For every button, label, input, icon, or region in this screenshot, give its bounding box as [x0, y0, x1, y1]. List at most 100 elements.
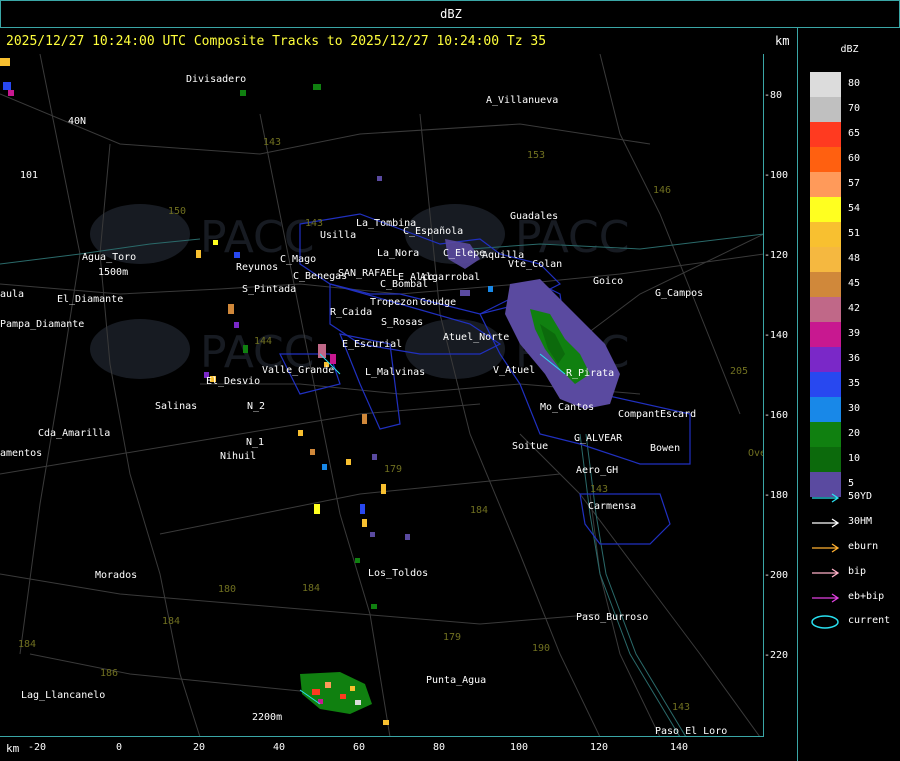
legend-level: 54 — [810, 197, 900, 222]
svg-text:Salinas: Salinas — [155, 401, 197, 412]
legend-swatch — [810, 372, 841, 397]
y-tick: -120 — [764, 250, 789, 261]
legend-track-label: 30HM — [848, 516, 873, 527]
svg-text:La_Nora: La_Nora — [377, 248, 419, 259]
map-canvas[interactable]: PACC PACC PACC PACC — [0, 54, 764, 737]
svg-text:150: 150 — [168, 206, 186, 217]
svg-text:Morados: Morados — [95, 570, 137, 581]
legend-value: 45 — [848, 278, 861, 289]
svg-text:El_Diamante: El_Diamante — [57, 294, 123, 305]
place-labels: Divisadero A_Villanueva 40N 101 Agua_Tor… — [0, 74, 727, 736]
legend-swatch — [810, 122, 841, 147]
svg-text:179: 179 — [443, 632, 461, 643]
legend-swatch — [810, 222, 841, 247]
district-boundaries — [279, 213, 691, 545]
svg-text:184: 184 — [162, 616, 180, 627]
svg-text:179: 179 — [384, 464, 402, 475]
legend-level: 70 — [810, 97, 900, 122]
svg-text:40N: 40N — [68, 116, 86, 127]
legend-value: 48 — [848, 253, 861, 264]
svg-text:SAN_RAFAEL: SAN_RAFAEL — [338, 268, 398, 279]
svg-text:Paso_Burroso: Paso_Burroso — [576, 612, 648, 623]
legend-level: 60 — [810, 147, 900, 172]
legend-track: bip — [810, 563, 900, 583]
x-tick: 80 — [433, 742, 446, 753]
legend-swatch — [810, 172, 841, 197]
km-unit-label-top: km — [775, 34, 790, 48]
legend-level: 42 — [810, 297, 900, 322]
x-tick: 120 — [590, 742, 609, 753]
legend-value: 35 — [848, 378, 861, 389]
svg-text:N_2: N_2 — [247, 401, 265, 412]
svg-text:Bowen: Bowen — [650, 443, 680, 454]
x-tick: 140 — [670, 742, 689, 753]
svg-text:144: 144 — [254, 336, 272, 347]
svg-text:143: 143 — [590, 484, 608, 495]
svg-text:Reyunos: Reyunos — [236, 262, 278, 273]
svg-text:N_1: N_1 — [246, 437, 264, 448]
legend-value: 51 — [848, 228, 861, 239]
svg-text:Carmensa: Carmensa — [588, 501, 636, 512]
svg-text:G_ALVEAR: G_ALVEAR — [574, 433, 623, 444]
svg-text:Escard: Escard — [660, 409, 696, 420]
svg-text:Punta_Agua: Punta_Agua — [426, 675, 486, 686]
svg-text:Lag_Llancanelo: Lag_Llancanelo — [21, 690, 105, 701]
legend-track: 50YD — [810, 488, 900, 508]
x-tick: 60 — [353, 742, 366, 753]
track-header: 2025/12/27 10:24:00 UTC Composite Tracks… — [6, 34, 547, 49]
legend-value: 39 — [848, 328, 861, 339]
svg-text:Los_Toldos: Los_Toldos — [368, 568, 428, 579]
legend-swatch — [810, 397, 841, 422]
y-axis: -80 -100 -120 -140 -160 -180 -200 -220 — [764, 54, 797, 737]
svg-text:R_Caida: R_Caida — [330, 307, 372, 318]
svg-text:aula: aula — [0, 289, 24, 300]
legend-swatch — [810, 347, 841, 372]
current-ellipse-icon — [811, 615, 839, 629]
svg-text:190: 190 — [532, 643, 550, 654]
legend-panel: dBZ 80 70 65 60 57 54 51 48 45 42 39 36 35 30 20 10 5 50… — [797, 28, 900, 761]
legend-value: 36 — [848, 353, 861, 364]
road-network — [0, 54, 763, 736]
legend-value: 54 — [848, 203, 861, 214]
svg-text:Cda_Amarilla: Cda_Amarilla — [38, 428, 110, 439]
track-arrow-icon — [812, 543, 840, 553]
svg-text:184: 184 — [302, 583, 320, 594]
radar-map[interactable]: PACC PACC PACC PACC — [0, 54, 764, 737]
svg-text:C_Bombal: C_Bombal — [380, 279, 428, 290]
legend-value: 80 — [848, 78, 861, 89]
storm-tracks — [299, 353, 566, 705]
legend-value: 30 — [848, 403, 861, 414]
svg-text:A_Villanueva: A_Villanueva — [486, 95, 558, 106]
y-tick: -180 — [764, 490, 789, 501]
y-tick: -100 — [764, 170, 789, 181]
svg-text:Atuel_Norte: Atuel_Norte — [443, 332, 509, 343]
legend-value: 42 — [848, 303, 861, 314]
legend-swatch — [810, 247, 841, 272]
svg-text:Algarrobal: Algarrobal — [420, 272, 480, 283]
legend-level: 80 — [810, 72, 900, 97]
legend-level: 39 — [810, 322, 900, 347]
x-tick: 20 — [193, 742, 206, 753]
svg-text:G_Campos: G_Campos — [655, 288, 703, 299]
svg-text:S_Rosas: S_Rosas — [381, 317, 423, 328]
legend-title: dBZ — [840, 44, 859, 55]
units-title: dBZ — [440, 7, 462, 21]
legend-track-label: eb+bip — [848, 591, 885, 602]
x-tick: 100 — [510, 742, 529, 753]
legend-swatch — [810, 422, 841, 447]
legend-level: 65 — [810, 122, 900, 147]
legend-level: 35 — [810, 372, 900, 397]
svg-text:S_Pintada: S_Pintada — [242, 284, 296, 295]
svg-text:V_Atuel: V_Atuel — [493, 365, 535, 376]
track-arrow-icon — [812, 518, 840, 528]
svg-text:Guadales: Guadales — [510, 211, 558, 222]
svg-text:amentos: amentos — [0, 448, 42, 459]
legend-level: 45 — [810, 272, 900, 297]
km-unit-label-bottom: km — [6, 742, 20, 755]
legend-swatch — [810, 447, 841, 472]
legend-value: 10 — [848, 453, 861, 464]
title-bar: dBZ — [0, 0, 900, 28]
legend-current: current — [810, 612, 900, 632]
svg-text:C_Española: C_Española — [403, 226, 463, 237]
svg-text:Valle_Grande: Valle_Grande — [262, 365, 334, 376]
